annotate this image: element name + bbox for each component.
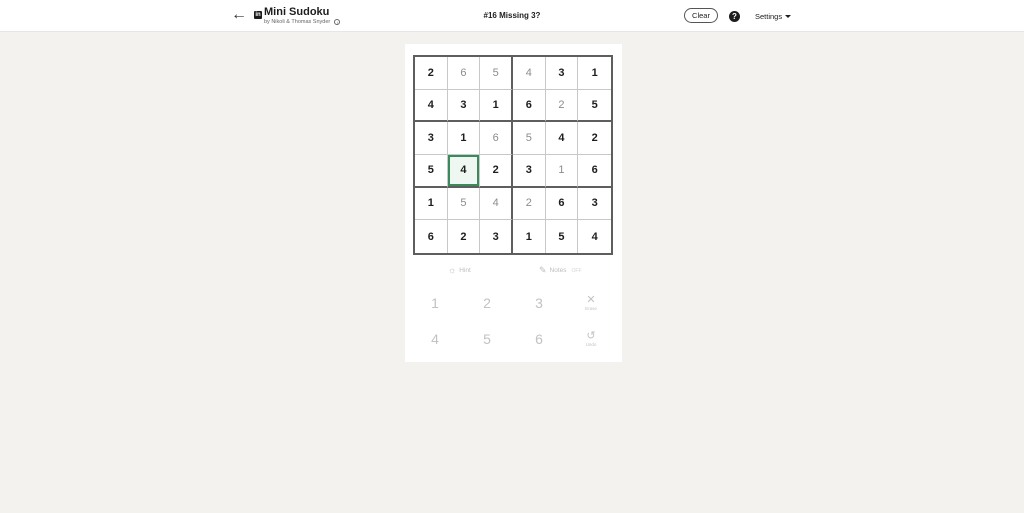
key-2[interactable]: 2 <box>467 288 507 318</box>
settings-label: Settings <box>755 12 783 21</box>
sudoku-cell[interactable]: 2 <box>480 155 513 188</box>
tool-row: ☼ Hint ✎ Notes OFF <box>405 266 622 280</box>
sudoku-cell[interactable]: 3 <box>480 220 513 253</box>
sudoku-cell[interactable]: 2 <box>578 122 611 155</box>
sudoku-cell[interactable]: 4 <box>578 220 611 253</box>
number-keypad: 1 2 3 ✕ Erase 4 5 6 ↺ Undo <box>405 288 622 360</box>
sudoku-cell[interactable]: 3 <box>415 122 448 155</box>
sudoku-cell[interactable]: 1 <box>545 155 579 188</box>
sudoku-cell[interactable]: 6 <box>447 57 481 90</box>
sudoku-cell[interactable]: 1 <box>578 57 611 90</box>
sudoku-cell-selected[interactable]: 4 <box>447 155 481 188</box>
sudoku-cell[interactable]: 5 <box>578 89 611 123</box>
sudoku-cell[interactable]: 4 <box>415 89 448 123</box>
erase-label: Erase <box>585 306 597 311</box>
sudoku-cell[interactable]: 5 <box>447 187 481 221</box>
lightbulb-icon: ☼ <box>448 265 457 275</box>
sudoku-cell[interactable]: 3 <box>447 89 481 123</box>
erase-button[interactable]: ✕ Erase <box>576 288 606 318</box>
caret-down-icon <box>785 15 792 18</box>
sudoku-cell[interactable]: 1 <box>480 89 513 123</box>
notes-toggle[interactable]: ✎ Notes OFF <box>539 266 582 275</box>
top-bar: ← in Mini Sudoku by Nikoli & Thomas Snyd… <box>0 0 1024 32</box>
key-4[interactable]: 4 <box>415 324 455 354</box>
sudoku-cell[interactable]: 1 <box>415 187 448 221</box>
sudoku-cell[interactable]: 2 <box>447 220 481 253</box>
sudoku-cell[interactable]: 3 <box>578 187 611 221</box>
close-icon: ✕ <box>586 294 596 306</box>
sudoku-cell[interactable]: 6 <box>578 155 611 188</box>
undo-button[interactable]: ↺ Undo <box>576 324 606 354</box>
hint-label: Hint <box>459 267 471 274</box>
sudoku-cell[interactable]: 6 <box>513 89 546 123</box>
sudoku-cell[interactable]: 6 <box>545 187 579 221</box>
sudoku-cell[interactable]: 1 <box>447 122 481 155</box>
help-icon[interactable]: ? <box>729 11 740 22</box>
notes-state: OFF <box>571 267 582 274</box>
game-panel: 265431431625316542542316154263623154 ☼ H… <box>405 44 622 362</box>
sudoku-cell[interactable]: 2 <box>415 57 448 90</box>
sudoku-cell[interactable]: 2 <box>513 187 546 221</box>
key-5[interactable]: 5 <box>467 324 507 354</box>
sudoku-board: 265431431625316542542316154263623154 <box>413 55 613 255</box>
sudoku-cell[interactable]: 5 <box>545 220 579 253</box>
undo-icon: ↺ <box>586 330 596 342</box>
sudoku-cell[interactable]: 5 <box>513 122 546 155</box>
clear-button[interactable]: Clear <box>684 8 718 23</box>
sudoku-cell[interactable]: 2 <box>545 89 579 123</box>
puzzle-title: #16 Missing 3? <box>483 11 541 20</box>
sudoku-cell[interactable]: 4 <box>513 57 546 90</box>
sudoku-cell[interactable]: 4 <box>545 122 579 155</box>
hint-button[interactable]: ☼ Hint <box>448 266 471 275</box>
key-6[interactable]: 6 <box>519 324 559 354</box>
key-1[interactable]: 1 <box>415 288 455 318</box>
sudoku-cell[interactable]: 3 <box>513 155 546 188</box>
key-3[interactable]: 3 <box>519 288 559 318</box>
notes-label: Notes <box>549 267 567 274</box>
settings-menu[interactable]: Settings <box>755 12 792 21</box>
undo-label: Undo <box>585 342 597 347</box>
sudoku-cell[interactable]: 4 <box>480 187 513 221</box>
sudoku-cell[interactable]: 6 <box>415 220 448 253</box>
pencil-icon: ✎ <box>539 265 547 275</box>
sudoku-cell[interactable]: 5 <box>480 57 513 90</box>
sudoku-cell[interactable]: 3 <box>545 57 579 90</box>
sudoku-cell[interactable]: 6 <box>480 122 513 155</box>
sudoku-cell[interactable]: 1 <box>513 220 546 253</box>
sudoku-cell[interactable]: 5 <box>415 155 448 188</box>
